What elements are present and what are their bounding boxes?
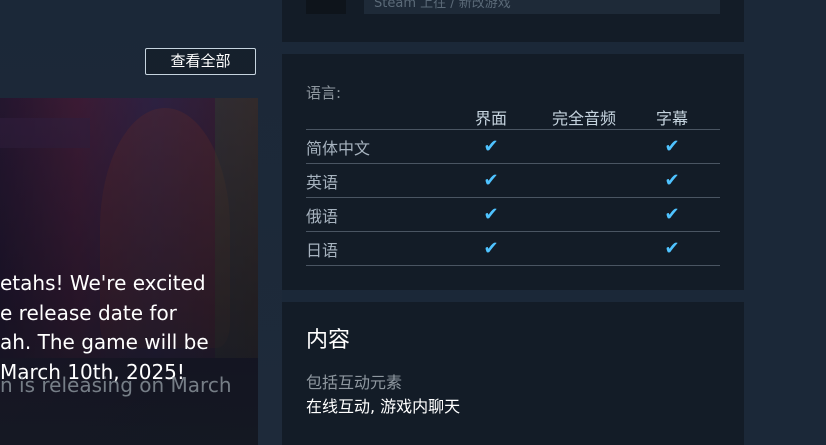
- languages-table: 界面 完全音频 字幕 简体中文 ✔ ✔ 英语 ✔ ✔ 俄语 ✔ ✔ 日语 ✔ ✔: [306, 104, 720, 266]
- check-icon: ✔: [438, 163, 544, 198]
- language-name: 英语: [306, 163, 438, 198]
- audio-cell: [544, 163, 624, 198]
- table-row: 日语 ✔ ✔: [306, 231, 720, 266]
- check-icon: ✔: [624, 231, 720, 266]
- languages-panel: 语言: 界面 完全音频 字幕 简体中文 ✔ ✔ 英语 ✔ ✔ 俄语 ✔ ✔ 日语…: [282, 54, 744, 290]
- page-margin: [744, 0, 826, 445]
- check-icon: ✔: [438, 231, 544, 266]
- check-icon: ✔: [438, 197, 544, 232]
- view-all-button[interactable]: 查看全部: [145, 48, 256, 75]
- info-bar: Steam 上往 / 新改游戏: [364, 0, 720, 14]
- table-row: 英语 ✔ ✔: [306, 163, 720, 198]
- news-subtitle: n is releasing on March: [0, 373, 232, 397]
- audio-cell: [544, 129, 624, 164]
- news-line: e release date for: [0, 300, 177, 325]
- check-icon: ✔: [624, 163, 720, 198]
- audio-cell: [544, 197, 624, 232]
- info-bar-text: Steam 上往 / 新改游戏: [374, 0, 511, 11]
- table-row: 俄语 ✔ ✔: [306, 197, 720, 232]
- check-icon: ✔: [438, 129, 544, 164]
- content-value: 在线互动, 游戏内聊天: [306, 397, 461, 416]
- language-name: 俄语: [306, 197, 438, 232]
- top-panel: Steam 上往 / 新改游戏: [282, 0, 744, 42]
- column-header-ui: 界面: [438, 104, 544, 130]
- check-icon: ✔: [624, 129, 720, 164]
- news-line: etahs! We're excited: [0, 271, 206, 295]
- column-header-subtitles: 字幕: [624, 104, 720, 130]
- news-body: etahs! We're excited e release date for …: [0, 269, 258, 387]
- audio-cell: [544, 231, 624, 266]
- column-header-audio: 完全音频: [544, 104, 624, 130]
- language-name: 简体中文: [306, 129, 438, 164]
- language-name: 日语: [306, 231, 438, 266]
- content-panel: 内容 包括互动元素 在线互动, 游戏内聊天: [282, 302, 744, 445]
- content-subtitle: 包括互动元素: [306, 373, 403, 392]
- news-line: ah. The game will be: [0, 330, 209, 354]
- languages-label: 语言:: [306, 84, 342, 102]
- check-icon: ✔: [624, 197, 720, 232]
- table-row: 简体中文 ✔ ✔: [306, 129, 720, 164]
- content-title: 内容: [306, 328, 351, 353]
- steam-icon: [306, 0, 346, 14]
- news-section: 查看全部 etahs! We're excited e release date…: [0, 0, 282, 445]
